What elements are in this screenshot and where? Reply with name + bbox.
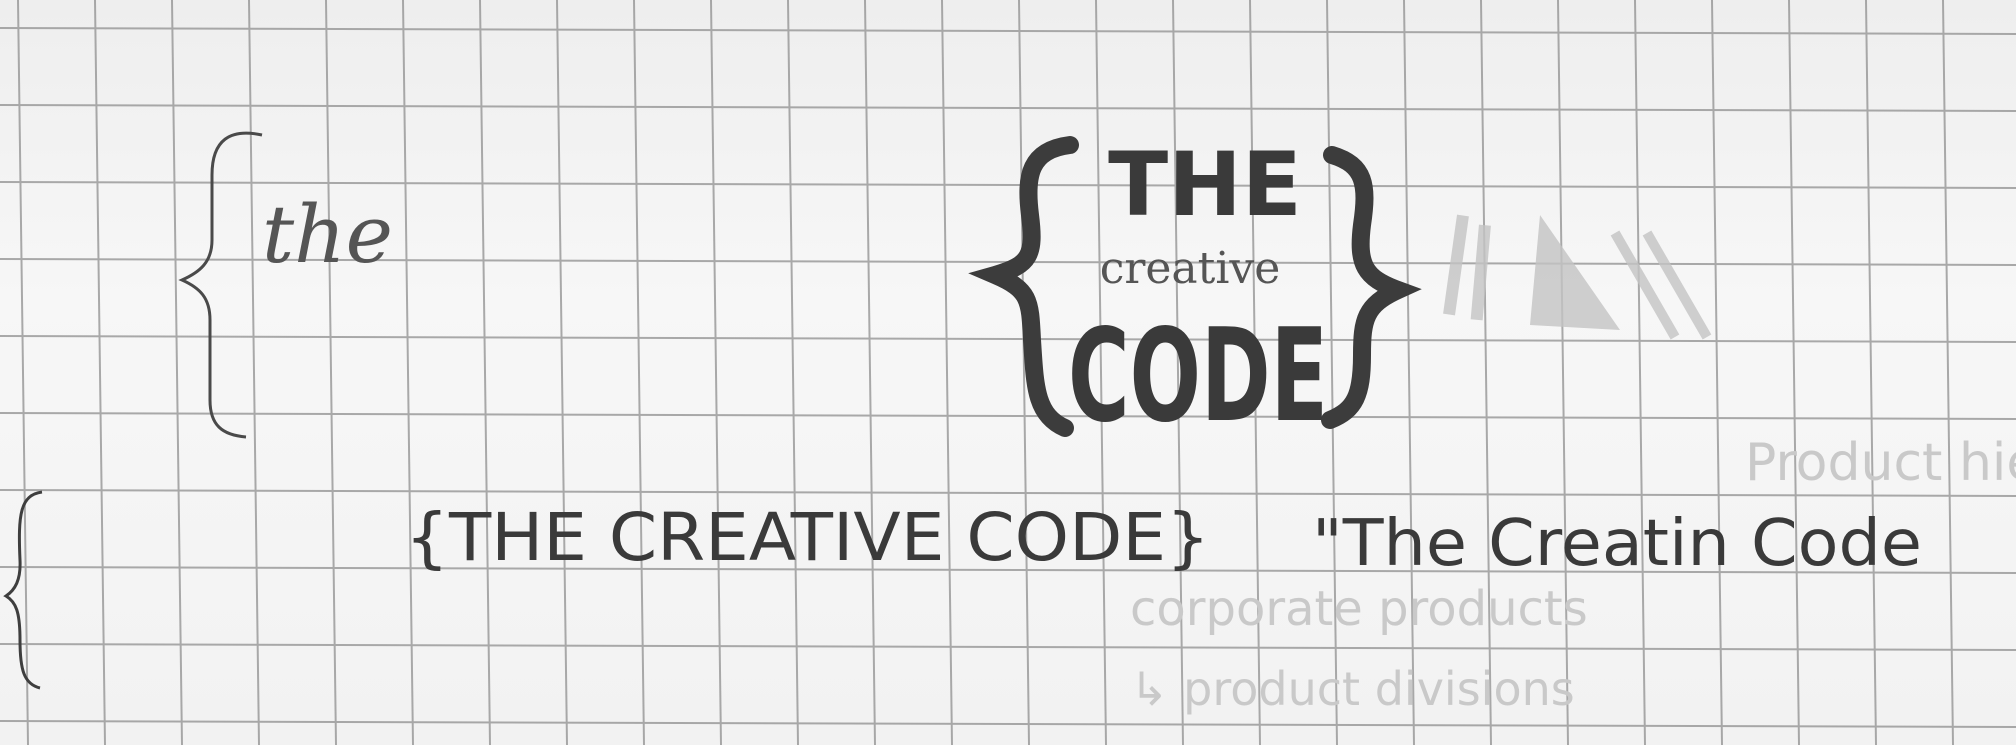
grid-line-vertical bbox=[787, 0, 799, 745]
grid-line-vertical bbox=[171, 0, 183, 745]
sketch-brace-the: the bbox=[178, 131, 393, 439]
grid-line-horizontal bbox=[0, 720, 2016, 728]
the-creatin-code-text: "The Creatin Code bbox=[1312, 507, 1922, 581]
logo-left-brace-icon bbox=[968, 136, 1079, 437]
grid-line-horizontal bbox=[0, 489, 2016, 497]
grid-line-vertical bbox=[479, 0, 491, 745]
grid-line-horizontal bbox=[0, 412, 2016, 420]
grid-line-horizontal bbox=[0, 27, 2016, 35]
the-creative-code-logo: THE creative CODE bbox=[968, 133, 1422, 451]
grid-line-horizontal bbox=[0, 643, 2016, 651]
logo-the: THE bbox=[1108, 133, 1302, 236]
grid-line-vertical bbox=[556, 0, 568, 745]
the-creative-code-braced-text: {THE CREATIVE CODE} bbox=[405, 499, 1210, 576]
grid-line-vertical bbox=[325, 0, 337, 745]
graph-paper-photo: Product hierarchy corporate products ↳ p… bbox=[0, 0, 2016, 745]
grid-line-vertical bbox=[864, 0, 876, 745]
grid-line-vertical bbox=[94, 0, 106, 745]
grid-line-vertical bbox=[402, 0, 414, 745]
bleed-line-3: ↳ product divisions bbox=[1130, 662, 1575, 716]
faint-triangle-sketch bbox=[1443, 214, 1712, 340]
logo-code: CODE bbox=[1068, 302, 1328, 451]
bleed-line-2: corporate products bbox=[1130, 581, 1588, 637]
grid-line-vertical bbox=[1634, 0, 1646, 745]
grid-line-horizontal bbox=[0, 335, 2016, 343]
logo-creative: creative bbox=[1100, 243, 1281, 294]
grid-line-vertical bbox=[941, 0, 953, 745]
grid-line-vertical bbox=[1711, 0, 1723, 745]
grid-line-vertical bbox=[1788, 0, 1800, 745]
grid-lines bbox=[0, 0, 2016, 745]
bleed-line-1: Product hierarchy bbox=[1745, 433, 2016, 493]
sketch-canvas: Product hierarchy corporate products ↳ p… bbox=[0, 0, 2016, 745]
grid-line-vertical bbox=[248, 0, 260, 745]
curly-brace-icon bbox=[178, 131, 263, 439]
grid-line-vertical bbox=[710, 0, 722, 745]
grid-line-vertical bbox=[633, 0, 645, 745]
grid-line-vertical bbox=[1865, 0, 1877, 745]
the-text: the bbox=[262, 188, 393, 281]
logo-right-brace-icon bbox=[1321, 146, 1422, 429]
